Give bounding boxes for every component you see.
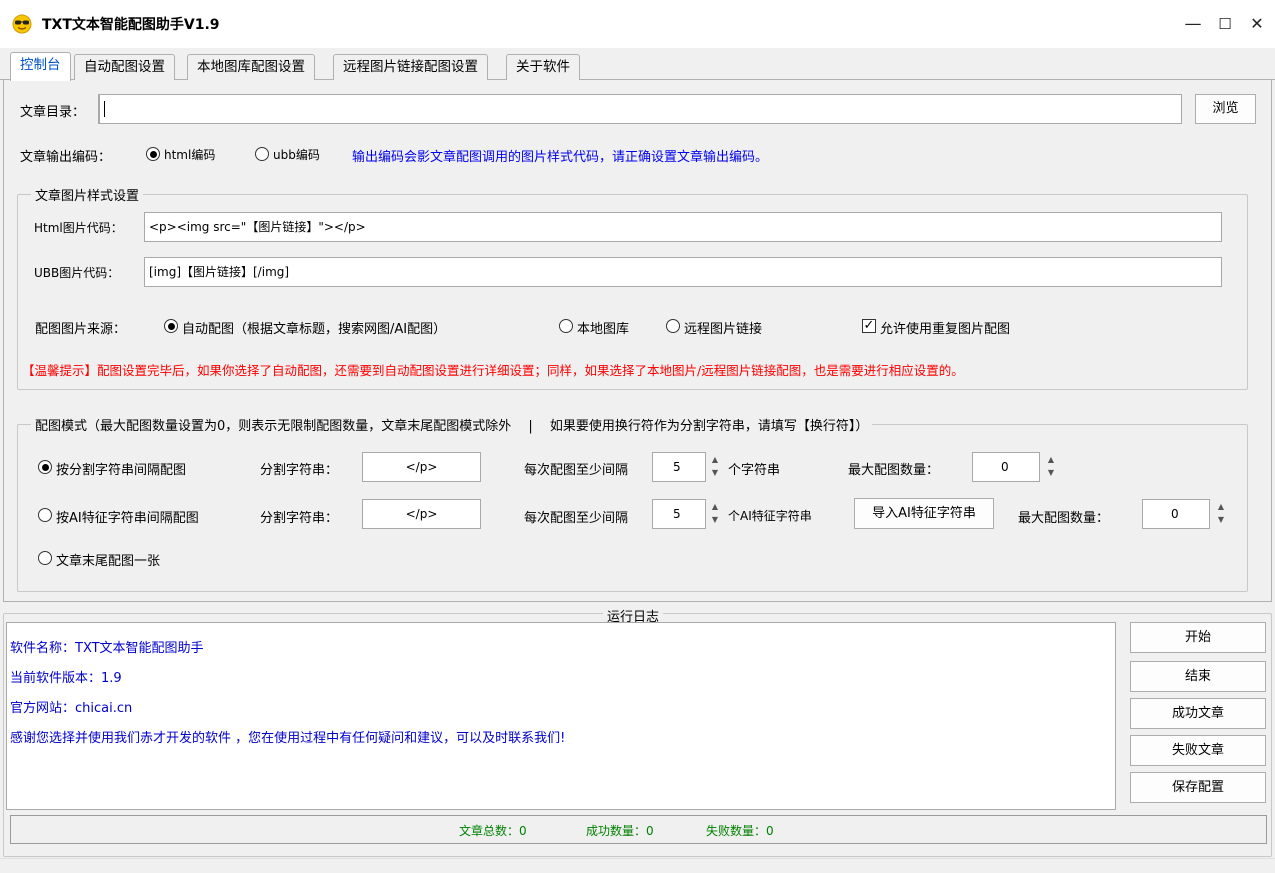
ai-interval-unit: 个AI特征字符串 bbox=[728, 509, 812, 523]
image-source-label: 配图图片来源： bbox=[35, 322, 127, 337]
sunglasses-face-icon bbox=[12, 14, 32, 34]
start-button[interactable]: 开始 bbox=[1130, 622, 1266, 653]
tab-auto-settings[interactable]: 自动配图设置 bbox=[74, 54, 175, 80]
ubb-encoding-label: ubb编码 bbox=[273, 148, 320, 162]
log-line: 感谢您选择并使用我们赤才开发的软件 ，您在使用过程中有任何疑问和建议，可以及时联… bbox=[10, 731, 566, 746]
settings-tip: 【温馨提示】配图设置完毕后，如果你选择了自动配图，还需要到自动配图设置进行详细设… bbox=[22, 363, 964, 378]
ai-max-count-label: 最大配图数量： bbox=[1018, 511, 1110, 526]
interval-spinner[interactable]: ▲ ▼ bbox=[710, 453, 720, 481]
html-code-input[interactable]: <p><img src="【图片链接】"></p> bbox=[144, 212, 1222, 242]
interval-input[interactable]: 5 bbox=[652, 452, 706, 482]
log-line: 软件名称：TXT文本智能配图助手 bbox=[10, 641, 204, 656]
interval-unit: 个字符串 bbox=[728, 463, 781, 478]
stop-button[interactable]: 结束 bbox=[1130, 661, 1266, 692]
save-config-button[interactable]: 保存配置 bbox=[1130, 772, 1266, 803]
ai-separator-input[interactable]: </p> bbox=[362, 499, 481, 529]
html-code-label: Html图片代码： bbox=[34, 221, 123, 235]
fail-count: 失败数量：0 bbox=[706, 824, 774, 838]
tab-console[interactable]: 控制台 bbox=[10, 52, 71, 81]
local-source-label: 本地图库 bbox=[577, 322, 630, 337]
ai-max-count-spinner[interactable]: ▲ ▼ bbox=[1216, 500, 1226, 528]
ai-max-count-input[interactable]: 0 bbox=[1142, 499, 1210, 529]
article-dir-label: 文章目录： bbox=[20, 105, 86, 120]
tab-local-library-settings[interactable]: 本地图库配图设置 bbox=[187, 54, 315, 80]
separator-label: 分割字符串： bbox=[260, 463, 339, 478]
log-line: 官方网站：chicai.cn bbox=[10, 701, 133, 716]
minimize-button[interactable]: — bbox=[1178, 10, 1208, 38]
failed-articles-button[interactable]: 失败文章 bbox=[1130, 735, 1266, 766]
max-count-label: 最大配图数量： bbox=[848, 463, 940, 478]
success-articles-button[interactable]: 成功文章 bbox=[1130, 698, 1266, 729]
image-style-group-title: 文章图片样式设置 bbox=[31, 185, 144, 204]
close-button[interactable]: ✕ bbox=[1242, 10, 1272, 38]
allow-repeat-label: 允许使用重复图片配图 bbox=[880, 322, 1011, 337]
separator-mode-label: 按分割字符串间隔配图 bbox=[56, 463, 187, 478]
ubb-code-input[interactable]: [img]【图片链接】[/img] bbox=[144, 257, 1222, 287]
browse-button[interactable]: 浏览 bbox=[1195, 94, 1256, 124]
ubb-code-label: UBB图片代码： bbox=[34, 266, 120, 280]
maximize-button[interactable]: ☐ bbox=[1210, 10, 1240, 38]
ai-interval-input[interactable]: 5 bbox=[652, 499, 706, 529]
auto-source-label: 自动配图（根据文章标题，搜索网图/AI配图） bbox=[182, 322, 447, 337]
text-cursor bbox=[104, 101, 105, 117]
ai-mode-label: 按AI特征字符串间隔配图 bbox=[56, 511, 199, 526]
total-count: 文章总数：0 bbox=[459, 824, 527, 838]
tab-about[interactable]: 关于软件 bbox=[506, 54, 580, 80]
ai-interval-spinner[interactable]: ▲ ▼ bbox=[710, 500, 720, 528]
ai-mode-radio[interactable] bbox=[38, 508, 52, 522]
tab-remote-link-settings[interactable]: 远程图片链接配图设置 bbox=[333, 54, 488, 80]
interval-label: 每次配图至少间隔 bbox=[524, 463, 629, 478]
ai-separator-label: 分割字符串： bbox=[260, 511, 339, 526]
html-encoding-label: html编码 bbox=[164, 148, 216, 162]
end-of-article-label: 文章末尾配图一张 bbox=[56, 554, 161, 569]
end-of-article-radio[interactable] bbox=[38, 551, 52, 565]
max-count-input[interactable]: 0 bbox=[972, 452, 1040, 482]
article-dir-input[interactable] bbox=[98, 94, 1182, 124]
encoding-label: 文章输出编码： bbox=[20, 150, 112, 165]
max-count-spinner[interactable]: ▲ ▼ bbox=[1046, 453, 1056, 481]
ai-interval-label: 每次配图至少间隔 bbox=[524, 511, 629, 526]
window-title: TXT文本智能配图助手V1.9 bbox=[42, 17, 220, 33]
window-bottom-edge bbox=[0, 858, 1275, 873]
remote-source-radio[interactable] bbox=[666, 319, 680, 333]
log-line: 当前软件版本：1.9 bbox=[10, 671, 122, 686]
allow-repeat-checkbox[interactable]: ✓ bbox=[862, 319, 876, 333]
auto-source-radio[interactable] bbox=[164, 319, 178, 333]
local-source-radio[interactable] bbox=[559, 319, 573, 333]
import-ai-strings-button[interactable]: 导入AI特征字符串 bbox=[854, 498, 994, 529]
remote-source-label: 远程图片链接 bbox=[684, 322, 763, 337]
html-encoding-radio[interactable] bbox=[146, 147, 160, 161]
success-count: 成功数量：0 bbox=[586, 824, 654, 838]
separator-mode-radio[interactable] bbox=[38, 460, 52, 474]
ubb-encoding-radio[interactable] bbox=[255, 147, 269, 161]
separator-input[interactable]: </p> bbox=[362, 452, 481, 482]
mode-group-title: 配图模式（最大配图数量设置为0，则表示无限制配图数量，文章末尾配图模式除外 | … bbox=[31, 415, 873, 434]
encoding-hint: 输出编码会影文章配图调用的图片样式代码，请正确设置文章输出编码。 bbox=[352, 150, 769, 165]
